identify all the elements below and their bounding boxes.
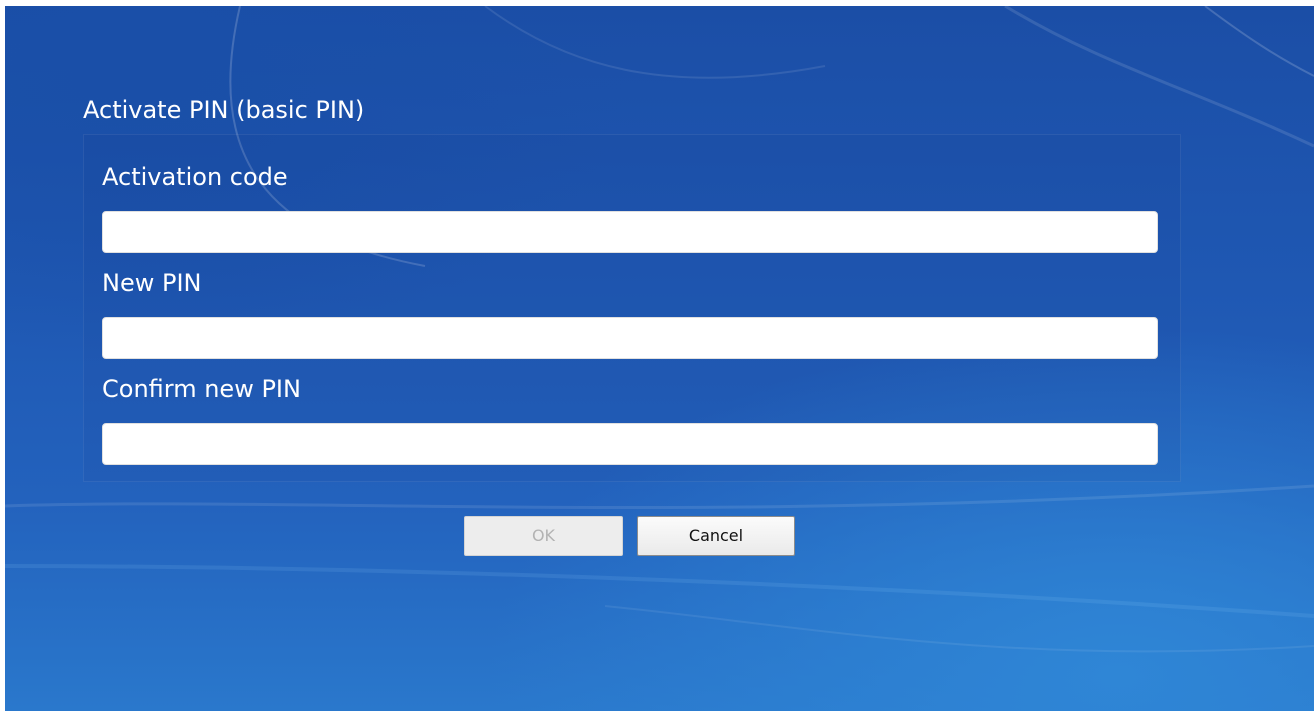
confirm-new-pin-input[interactable] — [102, 423, 1158, 465]
ok-button[interactable]: OK — [464, 516, 623, 556]
confirm-new-pin-label: Confirm new PIN — [102, 375, 301, 403]
activation-code-label: Activation code — [102, 163, 288, 191]
new-pin-input[interactable] — [102, 317, 1158, 359]
new-pin-label: New PIN — [102, 269, 202, 297]
cancel-button[interactable]: Cancel — [637, 516, 795, 556]
dialog-title: Activate PIN (basic PIN) — [83, 96, 365, 124]
activation-code-input[interactable] — [102, 211, 1158, 253]
